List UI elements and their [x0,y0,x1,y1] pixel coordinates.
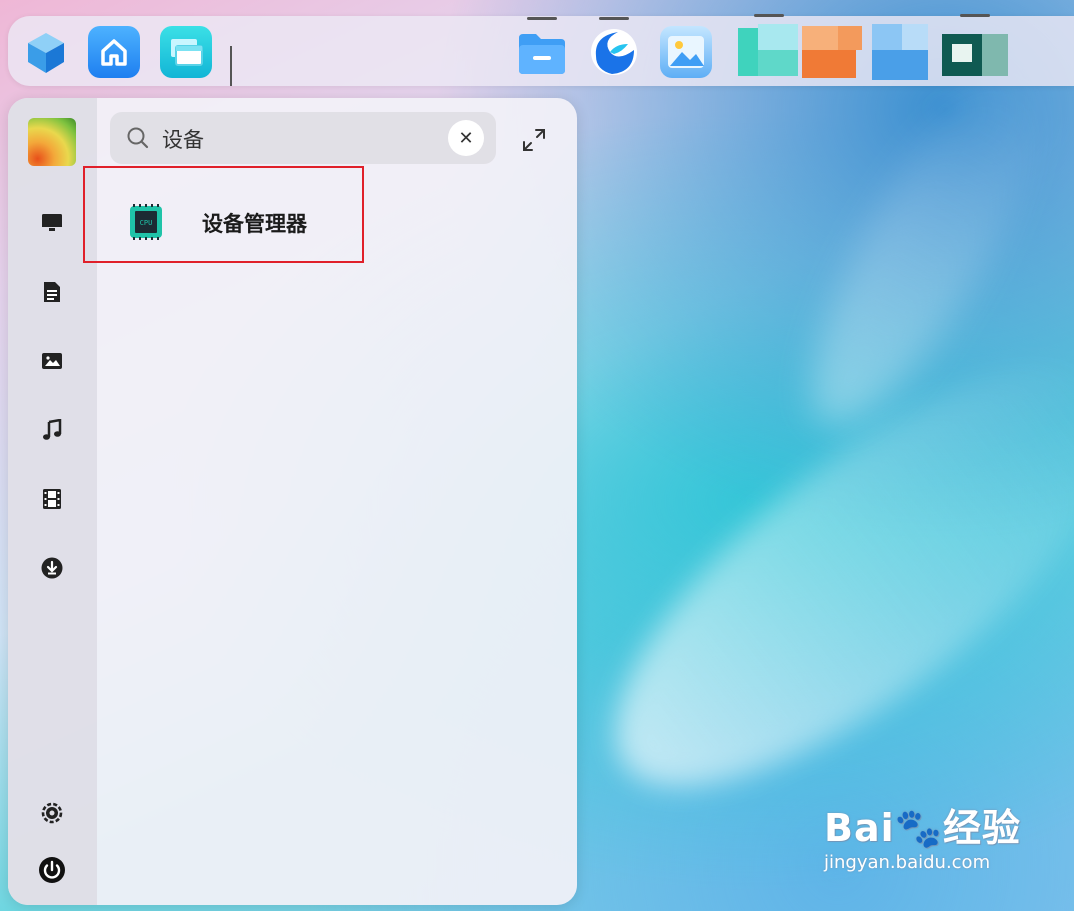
taskbar [8,14,1074,86]
search-icon [127,127,149,149]
running-indicator [527,17,557,20]
monitor-icon [42,214,62,231]
pixel-block [872,24,902,50]
taskbar-separator [230,46,232,86]
rail-music-button[interactable] [37,415,67,445]
watermark: Bai🐾经验 jingyan.baidu.com [824,797,1024,887]
pixel-block [758,50,798,76]
rail-settings-button[interactable] [37,798,67,828]
home-icon [101,39,127,66]
blurred-app-4[interactable] [938,14,1018,82]
close-icon: ✕ [458,127,474,149]
running-indicator [754,14,784,17]
blurred-app-2[interactable] [802,20,868,82]
pixel-block [952,44,972,62]
pixel-block [872,50,928,80]
rail-downloads-button[interactable] [37,553,67,583]
pixel-block [738,28,758,76]
pixel-block [802,26,838,50]
rail-pictures-button[interactable] [37,346,67,376]
power-icon [39,857,65,883]
pixel-block [982,34,1008,76]
multitask-button[interactable] [160,26,212,78]
expand-icon[interactable] [520,126,548,154]
blurred-app-3[interactable] [870,20,936,82]
document-icon [44,282,60,302]
rail-computer-button[interactable] [37,208,67,238]
image-icon [668,36,704,68]
search-box[interactable]: ✕ [110,112,496,164]
watermark-url: jingyan.baidu.com [824,852,991,873]
music-note-icon [43,419,62,440]
user-avatar[interactable] [28,118,76,166]
picture-icon [42,353,62,369]
image-viewer-button[interactable] [660,26,712,78]
running-indicator [960,14,990,17]
film-icon [43,489,61,509]
annotation-highlight-box [83,166,364,263]
folder-icon [519,34,565,74]
browser-swirl-icon [591,29,637,75]
window-stack-icon [171,39,203,66]
start-button[interactable] [20,26,72,78]
clear-search-button[interactable]: ✕ [448,120,484,156]
pixel-block [902,24,928,50]
rail-videos-button[interactable] [37,484,67,514]
home-button[interactable] [88,26,140,78]
pixel-block [758,24,798,50]
cube-icon [28,33,64,73]
browser-button[interactable] [588,17,640,78]
rail-power-button[interactable] [37,855,67,885]
file-manager-button[interactable] [516,17,568,78]
search-input[interactable] [160,121,444,157]
rail-documents-button[interactable] [37,277,67,307]
blurred-app-1[interactable] [734,14,800,82]
watermark-logo: Bai🐾经验 [824,806,1021,850]
pixel-block [802,50,856,78]
pixel-block [838,26,862,50]
running-indicator [599,17,629,20]
gear-icon [41,802,63,824]
download-icon [41,557,63,579]
